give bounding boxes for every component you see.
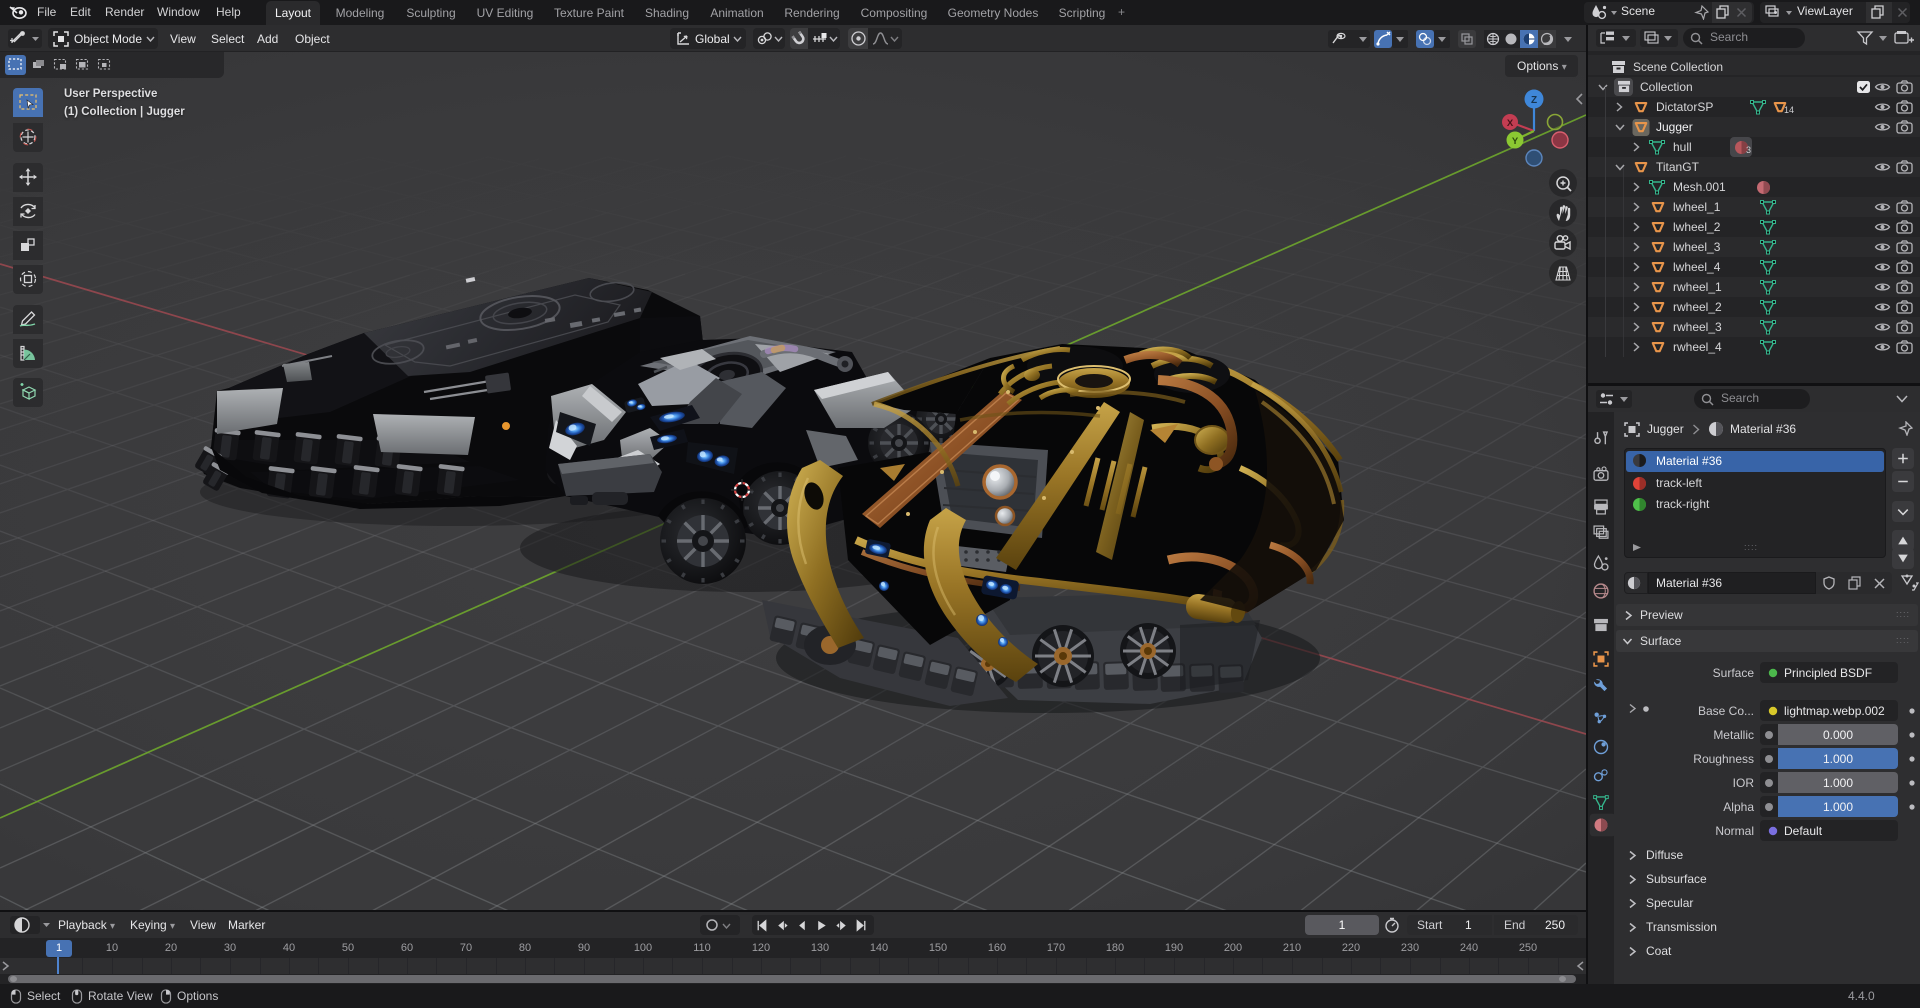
- svg-text:Z: Z: [1531, 95, 1537, 106]
- svg-text:X: X: [1507, 118, 1514, 129]
- svg-text:Y: Y: [1512, 136, 1519, 147]
